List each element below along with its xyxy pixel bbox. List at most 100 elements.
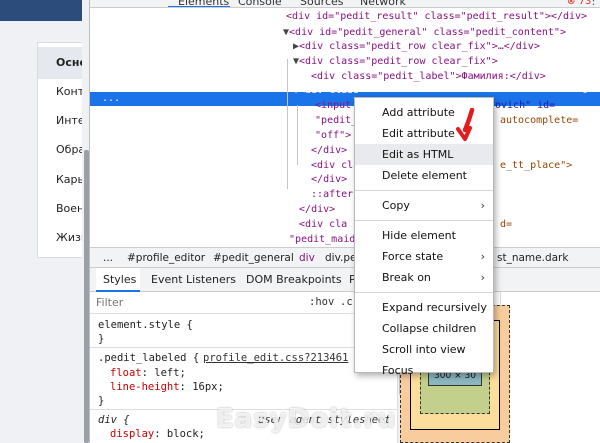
context-menu-item-label: Edit as HTML <box>382 148 454 161</box>
dom-node-line[interactable]: <div class="pedit_label">Фамилия:</div> <box>305 69 546 84</box>
dom-node-line[interactable]: "pedit_ <box>309 113 357 128</box>
dom-node-text-tail: d= <box>500 219 513 230</box>
dom-node-line[interactable]: <div cla <box>293 217 347 232</box>
styles-filter-row: :hov .c <box>90 292 390 314</box>
tab-console[interactable]: Console <box>238 0 282 7</box>
breadcrumb: ... #profile_editor #pedit_general div d… <box>90 247 600 268</box>
dom-node-text: "pedit_ <box>315 115 358 126</box>
dom-node-line[interactable]: ▶<div class="pedit_row clear_fix">…</div… <box>293 39 540 54</box>
context-menu-item-expand-recursively[interactable]: Expand recursively <box>355 297 493 318</box>
subtab-event-listeners[interactable]: Event Listeners <box>151 273 236 286</box>
rule-selector[interactable]: div { <box>98 414 130 426</box>
watermark: EasyDoit.ru <box>216 404 397 434</box>
context-menu-item-delete-element[interactable]: Delete element <box>355 165 493 186</box>
webpage-header-bar <box>0 0 89 21</box>
dom-node-text: </div> <box>299 204 336 215</box>
context-menu-item-scroll-into-view[interactable]: Scroll into view <box>355 339 493 360</box>
css-declaration[interactable]: line-height: 16px; <box>110 381 224 393</box>
context-menu-item-label: Edit attribute <box>382 127 455 140</box>
rule-selector[interactable]: .pedit_labeled { <box>98 352 199 364</box>
dom-node-text: <div class <box>299 85 360 96</box>
dom-node-line[interactable]: ::after <box>305 187 353 202</box>
dom-indent-guide <box>287 59 288 189</box>
dom-node-line[interactable]: ▼<div id="pedit_general" class="pedit_co… <box>283 25 566 40</box>
context-menu-item-label: Hide element <box>382 229 456 242</box>
context-menu-item-edit-as-html[interactable]: Edit as HTML <box>355 144 493 165</box>
breadcrumb-item[interactable]: div.pe <box>325 252 356 264</box>
breadcrumb-item[interactable]: div <box>299 252 315 264</box>
devtools-tabbar: Elements Console Sources Network ⊗ 73 ⋮ <box>90 0 600 8</box>
context-menu-item-label: Copy <box>382 199 410 212</box>
css-declaration[interactable]: float: left; <box>110 367 186 379</box>
dom-node-line[interactable]: <div id="pedit_result" class="pedit_resu… <box>280 9 587 24</box>
context-menu-item-copy[interactable]: Copy › <box>355 195 493 216</box>
submenu-chevron-icon: › <box>480 250 485 263</box>
breadcrumb-item[interactable]: #profile_editor <box>127 252 205 264</box>
dom-node-text: <div class="pedit_row clear_fix"> <box>299 56 498 67</box>
dom-node-line[interactable]: <input <box>309 98 351 113</box>
dom-node-line[interactable]: "off"> <box>309 128 351 143</box>
red-pen-annotation-icon <box>456 108 475 141</box>
styles-filter-input[interactable] <box>96 294 296 311</box>
css-property: line-height <box>110 381 180 393</box>
breadcrumb-item[interactable]: st_name.dark <box>497 252 568 264</box>
error-icon: ⊗ <box>567 0 576 7</box>
dom-node-line[interactable]: ▼<div class <box>293 83 359 98</box>
context-menu-item-label: Collapse children <box>382 322 477 335</box>
dom-node-text: <div class="pedit_label">Фамилия:</div> <box>311 71 546 82</box>
dom-node-text: <div id="pedit_result" class="pedit_resu… <box>286 11 588 22</box>
context-menu-separator <box>355 220 493 221</box>
context-menu-item-label: Scroll into view <box>382 343 466 356</box>
context-menu-item-focus[interactable]: Focus <box>355 360 493 381</box>
dom-tree: ... <div id="pedit_result" class="pedit_… <box>90 9 600 247</box>
context-menu-item-label: Focus <box>382 364 414 377</box>
dom-node-text-tail: 0 <box>582 85 589 96</box>
context-menu-item-label: Expand recursively <box>382 301 487 314</box>
context-menu-item-collapse-children[interactable]: Collapse children <box>355 318 493 339</box>
class-toggle[interactable]: .c <box>340 296 353 308</box>
dom-indent-guide <box>297 105 298 165</box>
element-style-selector[interactable]: element.style { <box>98 319 193 331</box>
context-menu-item-break-on[interactable]: Break on › <box>355 267 493 288</box>
context-menu-item-label: Force state <box>382 250 444 263</box>
breadcrumb-item[interactable]: #pedit_general <box>213 252 294 264</box>
context-menu-item-label: Break on <box>382 271 431 284</box>
css-value: left; <box>154 367 186 379</box>
breadcrumb-item[interactable]: ... <box>103 252 113 264</box>
context-menu-separator <box>355 292 493 293</box>
context-menu-item-force-state[interactable]: Force state › <box>355 246 493 267</box>
css-source-link[interactable]: profile_edit.css?213461 <box>203 352 348 364</box>
devtools-panel: Elements Console Sources Network ⊗ 73 ⋮ … <box>89 0 600 443</box>
css-value: block; <box>166 428 205 440</box>
dom-node-line[interactable]: </div> <box>305 172 347 187</box>
css-declaration[interactable]: display: block; <box>110 428 205 440</box>
dom-node-text: </div> <box>311 174 348 185</box>
context-menu-item-label: Add attribute <box>382 106 455 119</box>
dom-node-line[interactable]: </div> <box>305 143 347 158</box>
dom-node-line[interactable]: ▼<div class="pedit_row clear_fix"> <box>293 54 498 69</box>
dom-node-text: <div id="pedit_general" class="pedit_con… <box>289 27 566 38</box>
css-property: float <box>110 367 142 379</box>
styles-subtabs: Styles Event Listeners DOM Breakpoints P <box>90 268 600 292</box>
tab-sources[interactable]: Sources <box>300 0 344 7</box>
box-model-panel <box>500 292 600 443</box>
dom-node-text-tail: ovich" id= <box>495 100 556 111</box>
dom-selected-ellipsis[interactable]: ... <box>102 92 120 106</box>
rule-close-brace: } <box>98 333 105 345</box>
webpage-background: Осно Конт Инте Обра Карь Воен Жизн <box>0 0 90 443</box>
more-options-icon[interactable]: ⋮ <box>588 0 599 7</box>
hover-state-toggle[interactable]: :hov <box>309 296 334 308</box>
context-menu-item-hide-element[interactable]: Hide element <box>355 225 493 246</box>
tab-network[interactable]: Network <box>360 0 406 7</box>
dom-node-line[interactable]: </div> <box>293 202 335 217</box>
dom-node-line[interactable]: "pedit_maide <box>283 232 361 247</box>
submenu-chevron-icon: › <box>480 271 485 284</box>
css-value: 16px; <box>192 381 224 393</box>
context-menu-item-label: Delete element <box>382 169 467 182</box>
css-property: display <box>110 428 155 440</box>
dom-node-text: <div class="pedit_row clear_fix">…</div> <box>299 41 540 52</box>
subtab-dom-breakpoints[interactable]: DOM Breakpoints <box>246 273 342 286</box>
subtab-styles[interactable]: Styles <box>103 273 136 286</box>
dom-node-text: "off"> <box>315 130 352 141</box>
dom-node-text: </div> <box>311 145 348 156</box>
